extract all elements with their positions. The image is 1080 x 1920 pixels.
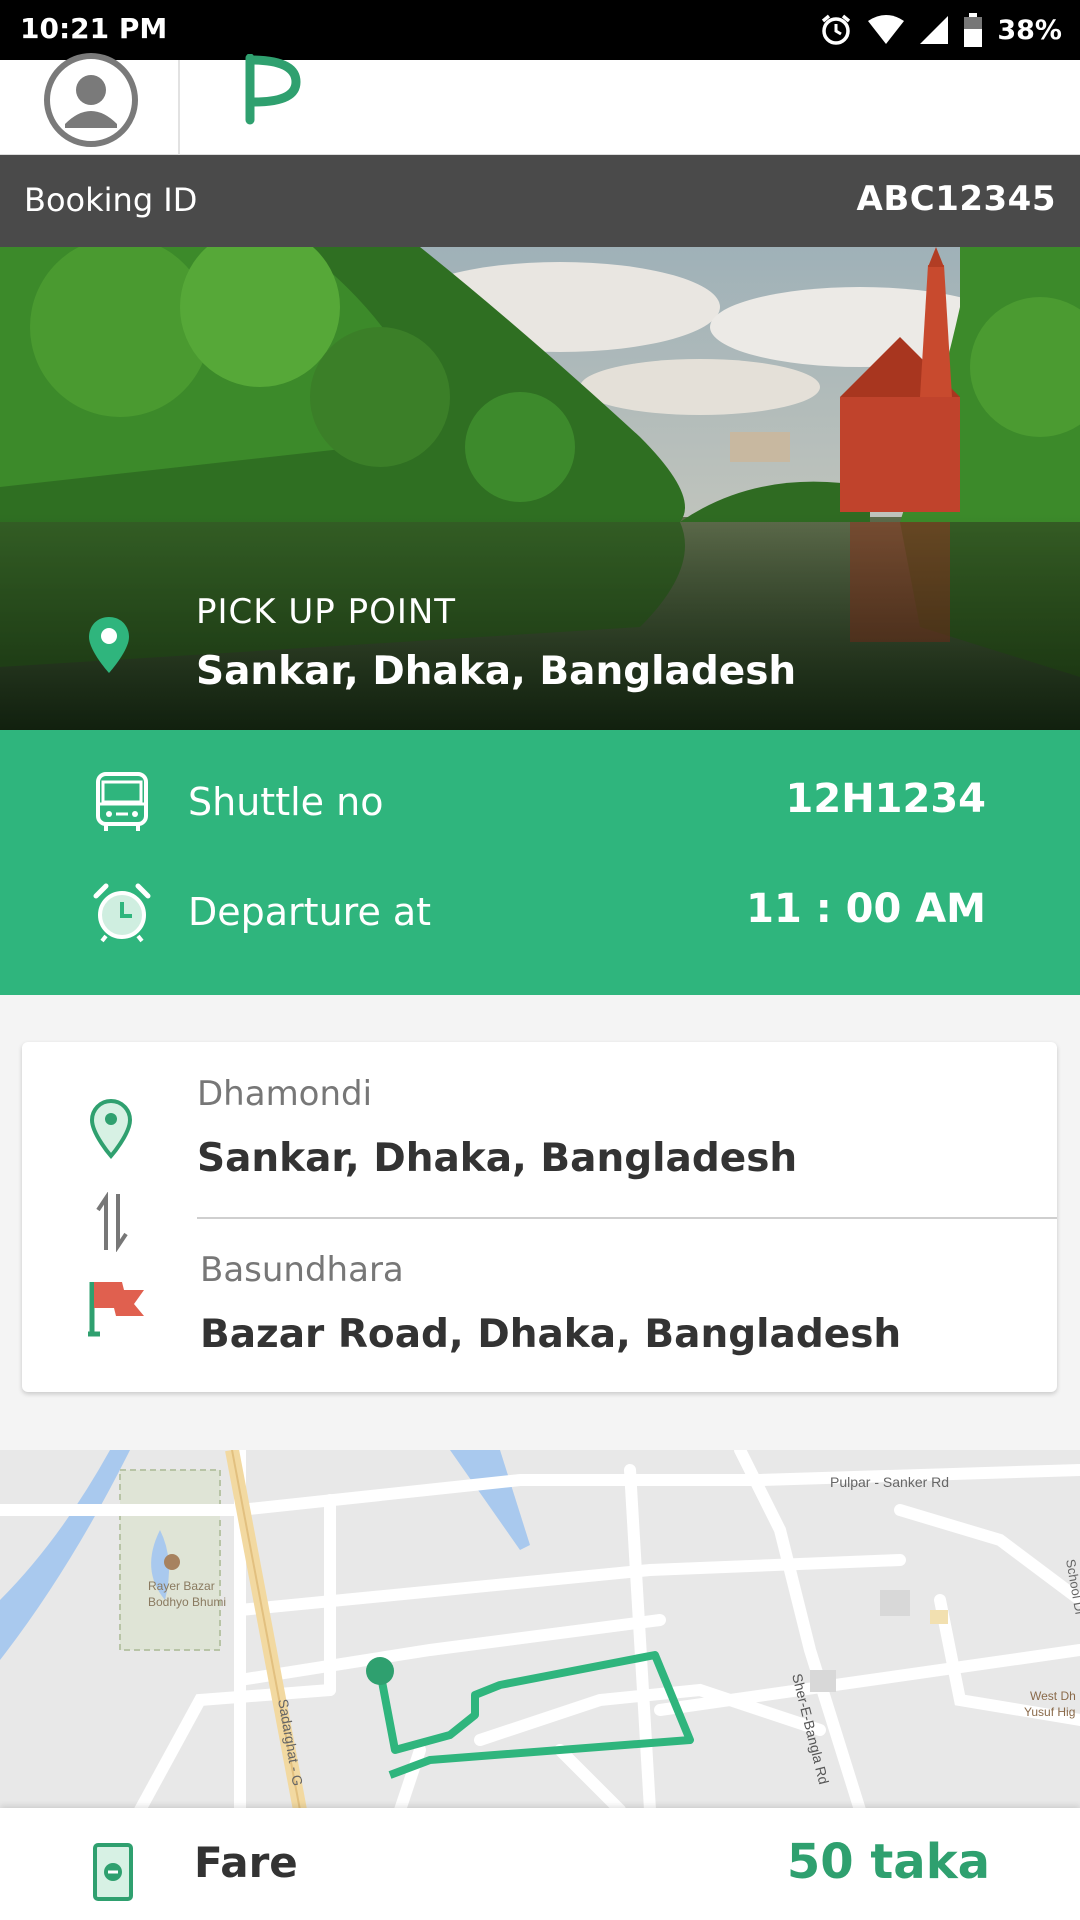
route-map[interactable]: Pulpar - Sanker Rd Sher-E-Bangla Rd Raye… bbox=[0, 1450, 1080, 1810]
departure-time: 11 : 00 AM bbox=[746, 886, 986, 932]
pickup-hero-image: PICK UP POINT Sankar, Dhaka, Bangladesh bbox=[0, 247, 1080, 730]
pickup-label: PICK UP POINT bbox=[196, 592, 457, 632]
app-logo-icon bbox=[245, 54, 301, 125]
flag-icon bbox=[88, 1282, 144, 1337]
pickup-address: Sankar, Dhaka, Bangladesh bbox=[196, 649, 797, 694]
alarm-clock-icon bbox=[93, 883, 151, 943]
map-canvas[interactable]: Pulpar - Sanker Rd Sher-E-Bangla Rd Raye… bbox=[0, 1450, 1080, 1810]
swap-icon bbox=[96, 1192, 128, 1252]
bus-icon bbox=[96, 772, 148, 831]
location-pin-icon bbox=[89, 617, 129, 673]
map-label-rayer-1: Rayer Bazar bbox=[148, 1579, 215, 1593]
alarm-icon bbox=[822, 14, 851, 45]
origin-pin-icon bbox=[89, 1098, 133, 1160]
departure-row: Departure at 11 : 00 AM bbox=[0, 868, 1080, 958]
profile-button[interactable] bbox=[0, 53, 180, 155]
ticket-icon bbox=[93, 1843, 133, 1901]
map-label-rayer-2: Bodhyo Bhumi bbox=[148, 1595, 226, 1609]
fare-bar: Fare 50 taka bbox=[0, 1808, 1080, 1920]
map-label-west-1: West Dh bbox=[1030, 1689, 1076, 1703]
battery-icon bbox=[964, 13, 983, 47]
destination-address: Bazar Road, Dhaka, Bangladesh bbox=[200, 1312, 902, 1357]
map-label-pulpar: Pulpar - Sanker Rd bbox=[830, 1474, 949, 1490]
status-time: 10:21 PM bbox=[20, 12, 168, 45]
destination-area: Basundhara bbox=[200, 1250, 404, 1290]
battery-percent: 38% bbox=[997, 14, 1062, 46]
booking-id-bar: Booking ID ABC12345 bbox=[0, 155, 1080, 247]
status-bar: 10:21 PM 38% bbox=[0, 0, 1080, 60]
app-bar bbox=[0, 53, 1080, 155]
origin-area: Dhamondi bbox=[197, 1074, 373, 1114]
shuttle-number: 12H1234 bbox=[785, 776, 986, 822]
route-divider bbox=[197, 1217, 1057, 1219]
wifi-icon bbox=[868, 15, 905, 44]
profile-icon bbox=[44, 53, 138, 147]
origin-address: Sankar, Dhaka, Bangladesh bbox=[197, 1136, 798, 1181]
shuttle-row: Shuttle no 12H1234 bbox=[0, 758, 1080, 848]
route-card: Dhamondi Sankar, Dhaka, Bangladesh Basun… bbox=[22, 1042, 1057, 1392]
map-label-west-2: Yusuf Hig bbox=[1024, 1705, 1075, 1719]
booking-id-value: ABC12345 bbox=[856, 179, 1056, 219]
signal-icon bbox=[920, 16, 949, 44]
fare-amount: 50 taka bbox=[786, 1834, 990, 1890]
booking-id-label: Booking ID bbox=[24, 181, 198, 219]
fare-label: Fare bbox=[194, 1838, 298, 1887]
shuttle-label: Shuttle no bbox=[188, 780, 384, 824]
departure-label: Departure at bbox=[188, 890, 432, 934]
trip-info-panel: Shuttle no 12H1234 Departure at 11 : 00 … bbox=[0, 730, 1080, 995]
